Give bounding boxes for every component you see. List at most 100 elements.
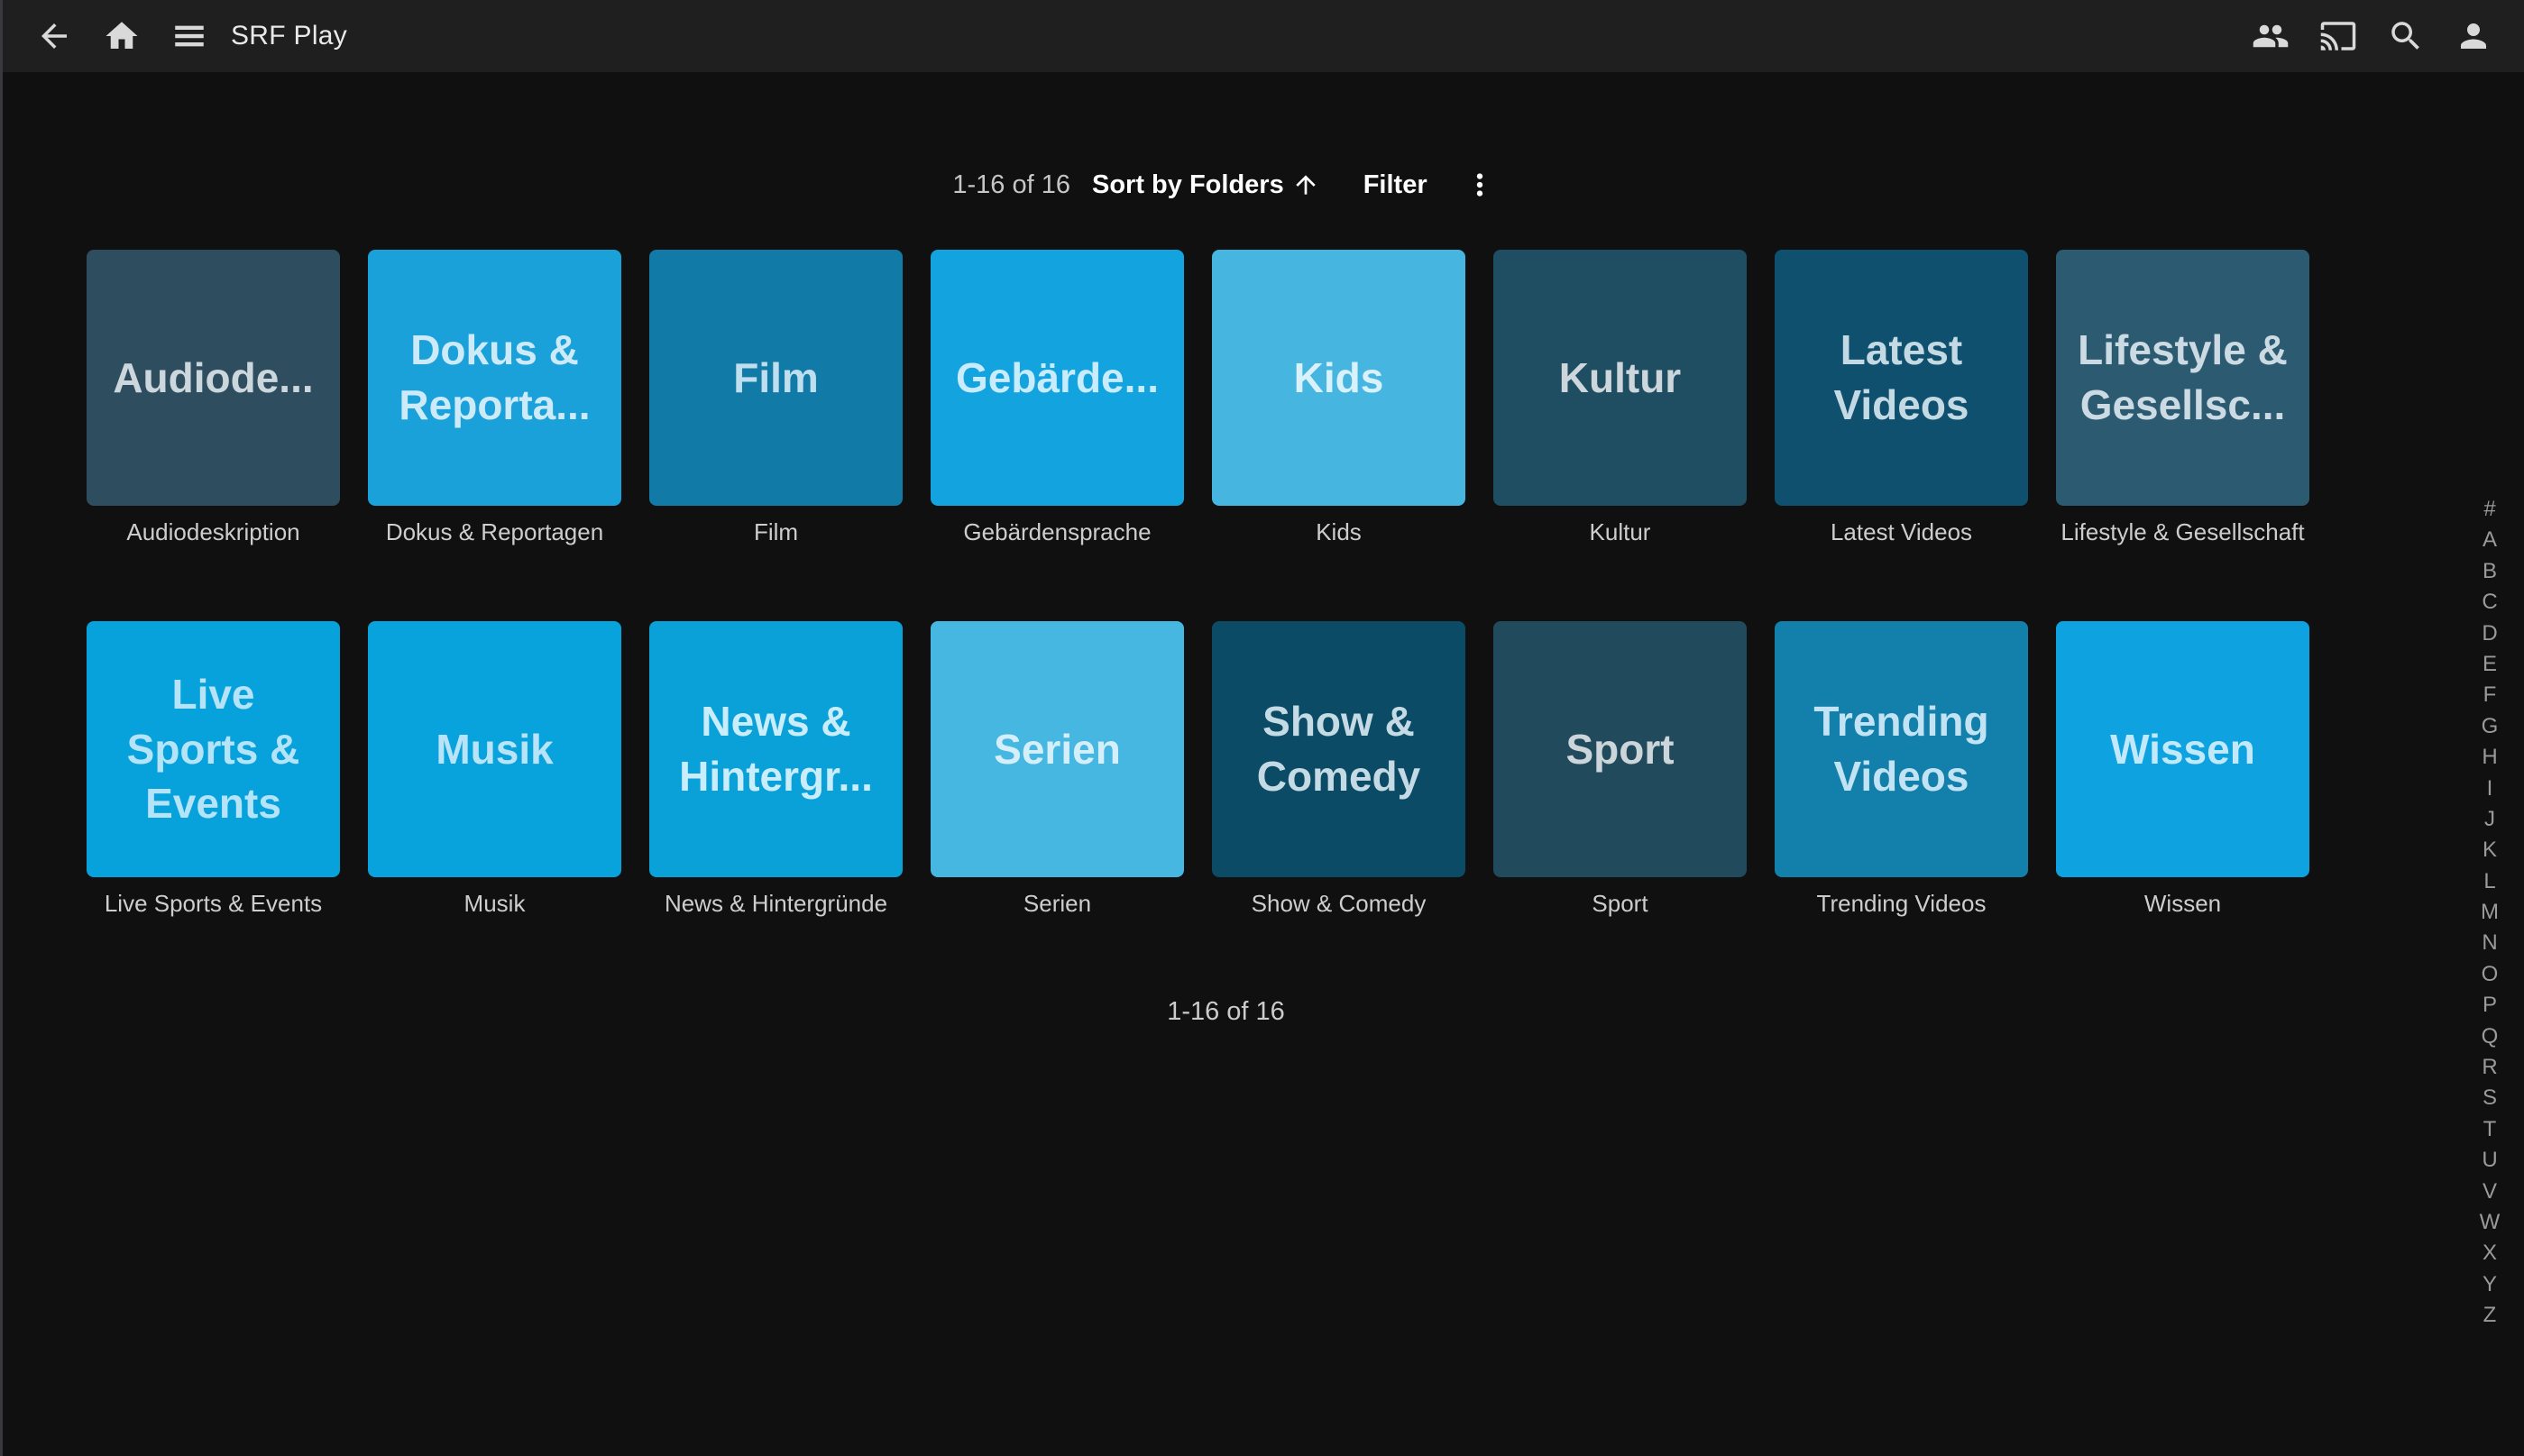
more-options-button[interactable] xyxy=(1460,165,1500,205)
alpha-picker-letter[interactable]: S xyxy=(2466,1083,2513,1113)
tile-label: Lifestyle & Gesellschaft xyxy=(2056,518,2309,545)
tile-label: Sport xyxy=(1493,890,1747,917)
tile-label: Kultur xyxy=(1493,518,1747,545)
more-vert-icon xyxy=(1463,168,1497,202)
tile-label: Show & Comedy xyxy=(1212,890,1465,917)
library-cell: Lifestyle & Gesellsc... Lifestyle & Gese… xyxy=(2056,250,2309,545)
alpha-picker-letter[interactable]: P xyxy=(2466,990,2513,1021)
cast-icon xyxy=(2319,17,2357,55)
library-tile[interactable]: Show & Comedy xyxy=(1212,621,1465,877)
people-group-icon xyxy=(2252,17,2290,55)
listing-header: 1-16 of 16 Sort by Folders Filter xyxy=(0,165,2452,205)
alpha-picker-letter[interactable]: O xyxy=(2466,959,2513,990)
alpha-picker-letter[interactable]: D xyxy=(2466,618,2513,649)
cast-button[interactable] xyxy=(2318,16,2358,56)
library-tile[interactable]: Latest Videos xyxy=(1775,250,2028,506)
alpha-picker-letter[interactable]: # xyxy=(2466,494,2513,525)
tile-label: Musik xyxy=(368,890,621,917)
library-tile[interactable]: Kids xyxy=(1212,250,1465,506)
alpha-picker-letter[interactable]: K xyxy=(2466,835,2513,865)
alpha-picker-letter[interactable]: V xyxy=(2466,1177,2513,1207)
library-tile[interactable]: Kultur xyxy=(1493,250,1747,506)
library-cell: Dokus & Reporta... Dokus & Reportagen xyxy=(368,250,621,545)
tile-label: News & Hintergründe xyxy=(649,890,903,917)
hamburger-menu-icon xyxy=(170,17,208,55)
tile-label: Live Sports & Events xyxy=(87,890,340,917)
library-tile[interactable]: Wissen xyxy=(2056,621,2309,877)
users-button[interactable] xyxy=(2251,16,2290,56)
library-cell: Audiode... Audiodeskription xyxy=(87,250,340,545)
alpha-picker-letter[interactable]: F xyxy=(2466,680,2513,710)
library-cell: Kultur Kultur xyxy=(1493,250,1747,545)
library-tile[interactable]: Musik xyxy=(368,621,621,877)
item-count: 1-16 of 16 xyxy=(952,170,1070,200)
filter-button[interactable]: Filter xyxy=(1363,170,1427,200)
alpha-picker-letter[interactable]: X xyxy=(2466,1238,2513,1268)
alpha-picker-letter[interactable]: E xyxy=(2466,649,2513,680)
tile-label: Audiodeskription xyxy=(87,518,340,545)
alpha-picker-letter[interactable]: T xyxy=(2466,1114,2513,1145)
alpha-picker-letter[interactable]: W xyxy=(2466,1207,2513,1238)
library-tile[interactable]: Lifestyle & Gesellsc... xyxy=(2056,250,2309,506)
page-title: SRF Play xyxy=(231,21,347,51)
alpha-picker-letter[interactable]: H xyxy=(2466,742,2513,773)
library-cell: Kids Kids xyxy=(1212,250,1465,545)
alpha-picker-letter[interactable]: J xyxy=(2466,804,2513,835)
tile-label: Latest Videos xyxy=(1775,518,2028,545)
arrow-up-icon xyxy=(1284,170,1320,199)
library-tile[interactable]: News & Hintergr... xyxy=(649,621,903,877)
library-tile[interactable]: Serien xyxy=(931,621,1184,877)
menu-button[interactable] xyxy=(170,16,209,56)
tile-label: Trending Videos xyxy=(1775,890,2028,917)
profile-button[interactable] xyxy=(2454,16,2493,56)
tile-label: Gebärdensprache xyxy=(931,518,1184,545)
alpha-picker-letter[interactable]: I xyxy=(2466,774,2513,804)
library-cell: Film Film xyxy=(649,250,903,545)
alpha-picker-letter[interactable]: Q xyxy=(2466,1021,2513,1052)
alpha-picker-letter[interactable]: Z xyxy=(2466,1300,2513,1331)
library-tile[interactable]: Film xyxy=(649,250,903,506)
alpha-picker-letter[interactable]: M xyxy=(2466,897,2513,928)
tile-label: Dokus & Reportagen xyxy=(368,518,621,545)
search-button[interactable] xyxy=(2386,16,2426,56)
library-tile[interactable]: Sport xyxy=(1493,621,1747,877)
library-cell: Sport Sport xyxy=(1493,621,1747,917)
alphabet-picker: #ABCDEFGHIJKLMNOPQRSTUVWXYZ xyxy=(2466,494,2513,1332)
sort-button[interactable]: Sort by Folders xyxy=(1092,170,1320,200)
home-icon xyxy=(103,17,141,55)
footer-item-count: 1-16 of 16 xyxy=(0,997,2452,1027)
tile-label: Wissen xyxy=(2056,890,2309,917)
tile-label: Film xyxy=(649,518,903,545)
alpha-picker-letter[interactable]: N xyxy=(2466,928,2513,958)
library-grid: Audiode... Audiodeskription Dokus & Repo… xyxy=(87,250,2309,917)
alpha-picker-letter[interactable]: C xyxy=(2466,587,2513,618)
library-cell: Trending Videos Trending Videos xyxy=(1775,621,2028,917)
library-tile[interactable]: Dokus & Reporta... xyxy=(368,250,621,506)
library-tile[interactable]: Trending Videos xyxy=(1775,621,2028,877)
home-button[interactable] xyxy=(102,16,142,56)
back-icon xyxy=(35,17,73,55)
library-tile[interactable]: Gebärde... xyxy=(931,250,1184,506)
library-cell: Musik Musik xyxy=(368,621,621,917)
alpha-picker-letter[interactable]: B xyxy=(2466,556,2513,587)
alpha-picker-letter[interactable]: A xyxy=(2466,525,2513,555)
library-cell: Live Sports & Events Live Sports & Event… xyxy=(87,621,340,917)
alpha-picker-letter[interactable]: G xyxy=(2466,711,2513,742)
library-cell: Serien Serien xyxy=(931,621,1184,917)
tile-label: Serien xyxy=(931,890,1184,917)
library-tile[interactable]: Live Sports & Events xyxy=(87,621,340,877)
library-cell: Gebärde... Gebärdensprache xyxy=(931,250,1184,545)
library-cell: News & Hintergr... News & Hintergründe xyxy=(649,621,903,917)
alpha-picker-letter[interactable]: U xyxy=(2466,1145,2513,1176)
library-tile[interactable]: Audiode... xyxy=(87,250,340,506)
alpha-picker-letter[interactable]: Y xyxy=(2466,1269,2513,1300)
sort-button-label: Sort by Folders xyxy=(1092,170,1284,200)
alpha-picker-letter[interactable]: L xyxy=(2466,866,2513,897)
alpha-picker-letter[interactable]: R xyxy=(2466,1052,2513,1083)
library-cell: Latest Videos Latest Videos xyxy=(1775,250,2028,545)
top-app-bar: SRF Play xyxy=(0,0,2524,72)
back-button[interactable] xyxy=(34,16,74,56)
library-cell: Show & Comedy Show & Comedy xyxy=(1212,621,1465,917)
library-content: 1-16 of 16 Sort by Folders Filter Audiod… xyxy=(0,72,2452,1456)
tile-label: Kids xyxy=(1212,518,1465,545)
